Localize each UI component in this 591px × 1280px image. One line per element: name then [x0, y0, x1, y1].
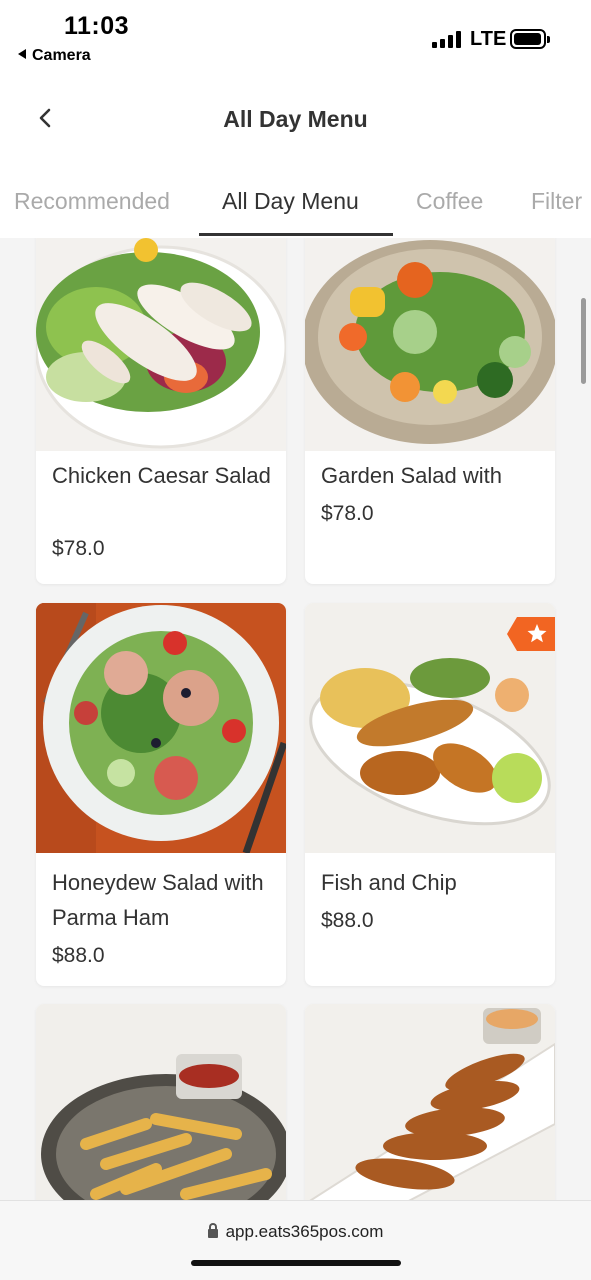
back-triangle-icon — [18, 49, 26, 59]
honeydew-salad-photo — [36, 603, 286, 853]
status-bar: 11:03 Camera LTE — [0, 0, 591, 72]
menu-item-name: Honeydew Salad with Parma Ham — [52, 870, 264, 930]
page-title: All Day Menu — [223, 106, 368, 132]
chicken-wings-photo — [305, 1004, 555, 1200]
category-tabs: Recommended All Day Menu Coffee Filter — [0, 168, 591, 238]
menu-item-name: Chicken Caesar Salad — [52, 463, 271, 488]
menu-item-price: $78.0 — [52, 537, 105, 560]
tab-all-day-menu[interactable]: All Day Menu — [222, 188, 359, 215]
status-time: 11:03 — [64, 12, 130, 40]
url-text: app.eats365pos.com — [225, 1222, 384, 1241]
featured-badge — [507, 617, 555, 651]
back-app-label: Camera — [32, 47, 91, 64]
menu-item-price: $88.0 — [52, 944, 105, 967]
menu-item-card[interactable]: Chicken Caesar Salad $78.0 — [36, 238, 286, 584]
menu-grid: Chicken Caesar Salad $78.0 Garden Salad … — [0, 238, 591, 1200]
menu-item-card[interactable]: Garden Salad with $78.0 — [305, 238, 555, 584]
star-icon — [507, 617, 555, 651]
back-to-app-link[interactable]: Camera — [18, 47, 91, 65]
app-header: All Day Menu — [0, 72, 591, 168]
scrollbar[interactable] — [581, 298, 586, 384]
menu-item-card[interactable] — [305, 1004, 555, 1200]
menu-item-card[interactable]: Honeydew Salad with Parma Ham $88.0 — [36, 603, 286, 986]
lock-icon — [207, 1223, 218, 1238]
menu-item-card[interactable]: Fish and Chip $88.0 — [305, 603, 555, 986]
garden-salad-photo — [305, 238, 555, 451]
menu-item-name: Fish and Chip — [321, 870, 457, 895]
french-fries-photo — [36, 1004, 286, 1200]
chicken-caesar-salad-photo — [36, 238, 286, 451]
tab-coffee[interactable]: Coffee — [416, 188, 483, 215]
browser-address-bar[interactable]: app.eats365pos.com — [0, 1200, 591, 1280]
network-type: LTE — [470, 28, 507, 50]
menu-item-card[interactable] — [36, 1004, 286, 1200]
menu-item-price: $88.0 — [321, 909, 374, 932]
menu-item-name: Garden Salad with — [321, 463, 502, 488]
tab-filter[interactable]: Filter — [531, 188, 582, 215]
tab-recommended[interactable]: Recommended — [14, 188, 170, 215]
cellular-signal-icon — [432, 30, 464, 48]
battery-icon — [510, 29, 550, 49]
active-tab-indicator — [199, 233, 393, 236]
home-indicator[interactable] — [191, 1260, 401, 1266]
menu-item-price: $78.0 — [321, 502, 374, 525]
